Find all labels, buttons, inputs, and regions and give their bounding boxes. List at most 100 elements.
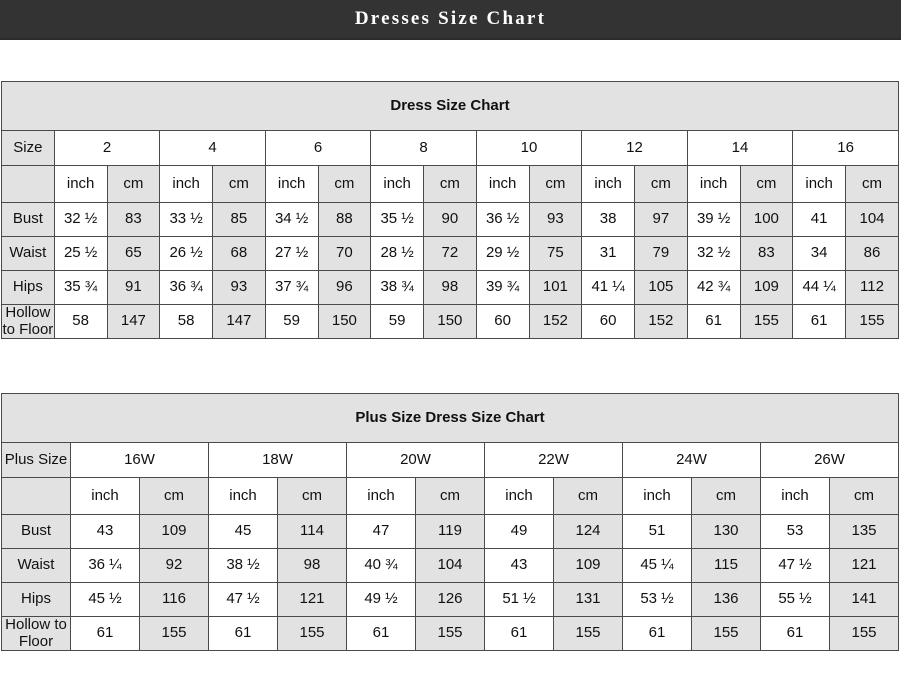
cell-inch: 40 ¾: [346, 548, 416, 583]
cell-cm: 104: [415, 548, 485, 583]
cell-cm: 92: [139, 548, 209, 583]
cell-inch: 53 ½: [622, 582, 692, 617]
cell-inch: 25 ½: [53, 236, 108, 271]
unit-header-inch: inch: [208, 477, 278, 515]
measurement-label: Hollow to Floor: [1, 616, 71, 651]
cell-cm: 147: [106, 304, 161, 339]
size-header-row: Plus Size 16W 18W 20W 22W 24W 26W: [1, 442, 899, 478]
dress-size-chart-container: Dress Size Chart Size 2 4 6 8 10 12 14 16 inch cm in…: [1, 81, 900, 339]
unit-header-cm: cm: [845, 165, 899, 203]
cell-cm: 86: [845, 236, 899, 271]
cell-cm: 68: [212, 236, 266, 271]
unit-header-row: inch cm inch cm inch cm inch cm inch cm inch cm: [1, 477, 899, 515]
table-row: Hollow to Floor 61 155 61 155 61 155 61 155 61 155…: [1, 616, 899, 651]
size-header-label: Plus Size: [1, 442, 71, 478]
unit-header-cm: cm: [415, 477, 485, 515]
cell-inch: 36 ¾: [159, 270, 213, 305]
cell-inch: 47 ½: [208, 582, 278, 617]
cell-inch: 42 ¾: [686, 270, 741, 305]
unit-header-cm: cm: [829, 477, 899, 515]
dress-size-chart-table: Dress Size Chart Size 2 4 6 8 10 12 14 16 inch cm in…: [1, 81, 899, 339]
unit-header-cm: cm: [553, 477, 623, 515]
cell-cm: 105: [634, 270, 688, 305]
table-row: Hollow to Floor 58 147 58 147 59 150 59 150 60 152…: [1, 304, 899, 339]
unit-header-cm: cm: [317, 165, 372, 203]
cell-inch: 53: [760, 514, 830, 549]
cell-inch: 60: [475, 304, 530, 339]
size-column-header: 10: [475, 130, 583, 166]
cell-cm: 155: [415, 616, 485, 651]
caption-row: Plus Size Dress Size Chart: [1, 393, 899, 443]
cell-inch: 32 ½: [686, 236, 741, 271]
chart-caption: Dress Size Chart: [1, 81, 899, 131]
size-column-header: 16: [792, 130, 899, 166]
cell-inch: 59: [370, 304, 424, 339]
unit-header-inch: inch: [159, 165, 213, 203]
size-column-header: 8: [370, 130, 477, 166]
size-column-header: 22W: [484, 442, 623, 478]
cell-cm: 65: [106, 236, 161, 271]
cell-inch: 61: [760, 616, 830, 651]
cell-inch: 38: [581, 202, 635, 237]
cell-cm: 155: [691, 616, 761, 651]
cell-inch: 61: [346, 616, 416, 651]
cell-cm: 150: [317, 304, 372, 339]
cell-inch: 36 ½: [475, 202, 530, 237]
cell-inch: 39 ½: [686, 202, 741, 237]
unit-header-inch: inch: [475, 165, 530, 203]
cell-inch: 61: [792, 304, 846, 339]
unit-header-inch: inch: [53, 165, 108, 203]
size-column-header: 12: [581, 130, 688, 166]
unit-header-inch: inch: [581, 165, 635, 203]
size-column-header: 4: [159, 130, 266, 166]
cell-cm: 150: [423, 304, 477, 339]
measurement-label: Hips: [1, 270, 55, 305]
cell-inch: 61: [484, 616, 554, 651]
cell-inch: 44 ¼: [792, 270, 846, 305]
unit-header-inch: inch: [70, 477, 140, 515]
cell-cm: 155: [845, 304, 899, 339]
size-column-header: 2: [53, 130, 161, 166]
cell-cm: 130: [691, 514, 761, 549]
cell-inch: 39 ¾: [475, 270, 530, 305]
cell-cm: 104: [845, 202, 899, 237]
unit-header-row: inch cm inch cm inch cm inch cm inch cm inch cm inch…: [1, 165, 899, 203]
caption-row: Dress Size Chart: [1, 81, 899, 131]
cell-inch: 37 ¾: [264, 270, 319, 305]
plus-size-chart-container: Plus Size Dress Size Chart Plus Size 16W 18…: [1, 393, 900, 651]
unit-header-cm: cm: [528, 165, 583, 203]
cell-inch: 36 ¼: [70, 548, 140, 583]
cell-cm: 152: [528, 304, 583, 339]
plus-size-chart-table: Plus Size Dress Size Chart Plus Size 16W 18…: [1, 393, 899, 651]
cell-cm: 79: [634, 236, 688, 271]
measurement-label: Bust: [1, 514, 71, 549]
cell-cm: 98: [423, 270, 477, 305]
table-row: Hips 35 ¾ 91 36 ¾ 93 37 ¾ 96 38 ¾ 98 39 ¾ 101 41 ¼1…: [1, 270, 899, 305]
cell-cm: 101: [528, 270, 583, 305]
cell-inch: 60: [581, 304, 635, 339]
unit-row-spacer: [1, 477, 71, 515]
cell-cm: 121: [829, 548, 899, 583]
cell-inch: 32 ½: [53, 202, 108, 237]
cell-cm: 152: [634, 304, 688, 339]
measurement-label: Waist: [1, 548, 71, 583]
cell-inch: 49: [484, 514, 554, 549]
cell-inch: 55 ½: [760, 582, 830, 617]
measurement-label: Hollow to Floor: [1, 304, 55, 339]
cell-inch: 34: [792, 236, 846, 271]
cell-inch: 61: [208, 616, 278, 651]
cell-inch: 34 ½: [264, 202, 319, 237]
plus-size-chart-body: Plus Size Dress Size Chart Plus Size 16W 18…: [1, 393, 899, 651]
cell-cm: 135: [829, 514, 899, 549]
measurement-label: Bust: [1, 202, 55, 237]
size-header-row: Size 2 4 6 8 10 12 14 16: [1, 130, 899, 166]
cell-cm: 100: [739, 202, 794, 237]
unit-header-cm: cm: [691, 477, 761, 515]
unit-header-cm: cm: [277, 477, 347, 515]
cell-cm: 112: [845, 270, 899, 305]
cell-inch: 51 ½: [484, 582, 554, 617]
cell-inch: 35 ½: [370, 202, 424, 237]
cell-inch: 45: [208, 514, 278, 549]
table-row: Hips 45 ½ 116 47 ½ 121 49 ½ 126 51 ½ 131 53 ½ 136 5…: [1, 582, 899, 617]
table-row: Bust 43 109 45 114 47 119 49 124 51 130 53 135: [1, 514, 899, 549]
